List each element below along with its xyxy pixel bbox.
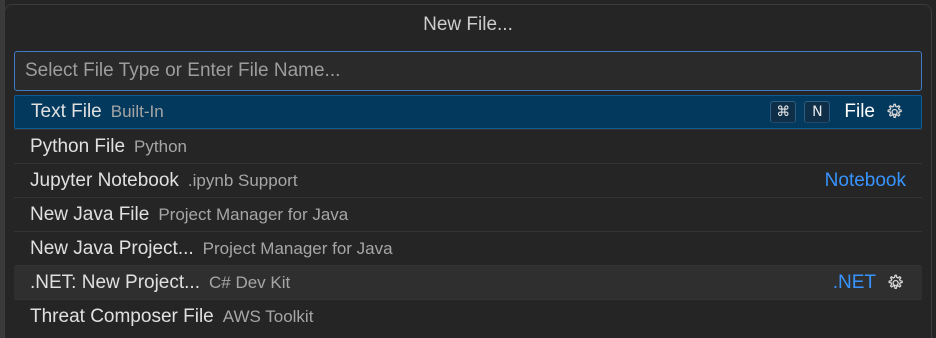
gear-icon[interactable]: [884, 272, 906, 294]
item-description: AWS Toolkit: [222, 306, 314, 326]
item-right-group: Notebook: [825, 170, 906, 192]
item-category: .NET: [832, 271, 876, 293]
item-description: Project Manager for Java: [158, 204, 349, 224]
quick-pick-input-box[interactable]: [14, 51, 922, 91]
item-right-group: .NET: [833, 272, 906, 294]
file-type-input[interactable]: [15, 52, 921, 90]
item-description: .ipynb Support: [187, 170, 298, 190]
list-item[interactable]: Text File Built-In ⌘ N File: [14, 95, 922, 129]
item-label: Python File: [30, 135, 126, 157]
item-description: Python: [134, 136, 187, 156]
quick-pick-title: New File...: [423, 14, 513, 35]
item-description: Project Manager for Java: [202, 238, 393, 258]
keybinding: ⌘ N: [770, 101, 831, 123]
list-item[interactable]: Python File Python: [14, 129, 922, 163]
list-item[interactable]: Threat Composer File AWS Toolkit: [14, 299, 922, 333]
keybinding-key: ⌘: [770, 101, 797, 123]
item-right-group: ⌘ N File: [770, 101, 905, 123]
item-label: .NET: New Project...: [30, 271, 200, 293]
list-item[interactable]: New Java File Project Manager for Java: [14, 197, 922, 231]
item-label: New Java File: [30, 203, 150, 225]
item-category: File: [844, 101, 875, 122]
item-label: Text File: [31, 101, 102, 122]
quick-pick: New File... Text FileBuilt-In⌘NFilePytho…: [4, 4, 932, 338]
quick-pick-list: Text File Built-In ⌘ N File Python File Python…: [14, 95, 922, 333]
item-category: Notebook: [824, 169, 906, 191]
item-description: Built-In: [110, 102, 164, 121]
list-item[interactable]: .NET: New Project... C# Dev Kit .NET: [14, 265, 922, 299]
list-item[interactable]: Jupyter Notebook .ipynb Support Notebook: [14, 163, 922, 197]
item-label: Jupyter Notebook: [30, 169, 179, 191]
item-description: C# Dev Kit: [209, 272, 291, 292]
item-label: Threat Composer File: [30, 305, 214, 327]
gear-icon[interactable]: [883, 101, 905, 123]
item-label: New Java Project...: [30, 237, 194, 259]
list-item[interactable]: New Java Project... Project Manager for J…: [14, 231, 922, 265]
keybinding-key: N: [804, 101, 831, 123]
